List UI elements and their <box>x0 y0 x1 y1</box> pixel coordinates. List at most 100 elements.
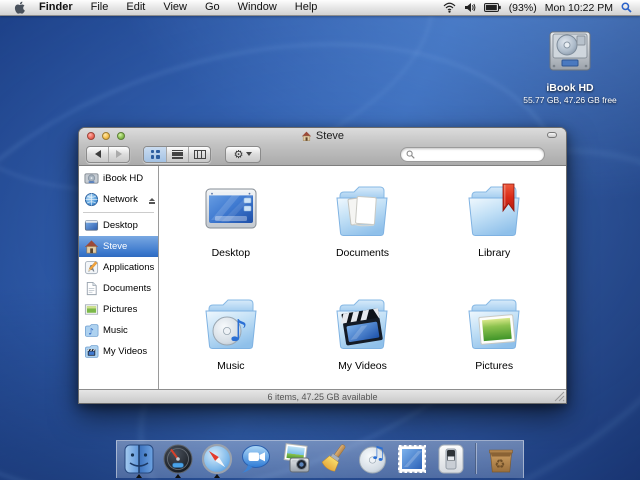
sidebar-item-applications[interactable]: A Applications <box>79 257 158 278</box>
folder-label: Desktop <box>212 247 251 259</box>
desktop-icon <box>84 218 99 233</box>
brush-icon <box>317 442 351 476</box>
hard-drive-icon <box>547 30 593 74</box>
pictures-folder-icon <box>462 291 526 355</box>
sidebar-item-my-videos[interactable]: My Videos <box>79 341 158 362</box>
icon-view-button[interactable] <box>144 147 166 162</box>
status-bar: 6 items, 47.25 GB available <box>79 389 566 403</box>
toolbar-toggle-button[interactable] <box>547 132 557 138</box>
pictures-icon <box>84 302 99 317</box>
dock: ♫ ♻ <box>116 440 524 478</box>
wifi-icon[interactable] <box>443 2 456 13</box>
spotlight-icon[interactable] <box>621 2 632 13</box>
applications-icon: A <box>84 260 99 275</box>
window-toolbar: ⚙ <box>86 144 559 164</box>
folder-music[interactable]: ♪ Music <box>165 291 297 396</box>
running-indicator <box>175 471 181 478</box>
dock-item-dashboard[interactable] <box>161 442 196 476</box>
sidebar-label: Music <box>103 325 128 336</box>
dock-item-itunes[interactable]: ♫ <box>355 442 390 476</box>
sidebar-item-steve[interactable]: Steve <box>79 236 158 257</box>
home-icon <box>84 239 99 254</box>
sidebar-label: Documents <box>103 283 151 294</box>
menu-item-window[interactable]: Window <box>229 0 286 15</box>
folder-label: Documents <box>336 247 389 259</box>
folder-documents[interactable]: Documents <box>297 178 429 283</box>
battery-percentage: (93%) <box>509 2 537 14</box>
resize-grip[interactable] <box>554 391 565 402</box>
action-menu-button[interactable]: ⚙ <box>225 146 261 163</box>
folder-label: My Videos <box>338 360 387 372</box>
chevron-down-icon <box>246 152 252 159</box>
volume-icon[interactable] <box>464 2 476 13</box>
sidebar-item-network[interactable]: Network <box>79 189 158 210</box>
dock-item-sweeper[interactable] <box>317 442 352 476</box>
window-titlebar[interactable]: Steve ⚙ <box>79 128 566 166</box>
documents-folder-icon <box>330 178 394 242</box>
sidebar-label: iBook HD <box>103 173 143 184</box>
ichat-icon <box>239 442 273 476</box>
network-globe-icon <box>84 192 99 207</box>
window-title-text: Steve <box>316 130 344 142</box>
column-view-button[interactable] <box>188 147 210 162</box>
back-button[interactable] <box>87 147 108 162</box>
menu-item-file[interactable]: File <box>82 0 118 15</box>
disk-info: 55.77 GB, 47.26 GB free <box>502 95 638 105</box>
menu-item-go[interactable]: Go <box>196 0 229 15</box>
sidebar-label: Applications <box>103 262 154 273</box>
dock-item-switcher[interactable] <box>433 442 468 476</box>
folder-desktop[interactable]: Desktop <box>165 178 297 283</box>
videos-folder-icon <box>330 291 394 355</box>
menu-bar-clock[interactable]: Mon 10:22 PM <box>545 2 613 14</box>
sidebar-item-ibook-hd[interactable]: iBook HD <box>79 168 158 189</box>
sidebar-label: Steve <box>103 241 127 252</box>
itunes-cd-icon: ♫ <box>356 442 390 476</box>
apple-menu-icon[interactable] <box>14 1 27 14</box>
hard-drive-icon <box>84 171 99 186</box>
disk-label: iBook HD <box>502 82 638 94</box>
folder-my-videos[interactable]: My Videos <box>297 291 429 396</box>
sidebar-item-documents[interactable]: Documents <box>79 278 158 299</box>
desktop-folder-icon <box>199 178 263 242</box>
menu-item-edit[interactable]: Edit <box>117 0 154 15</box>
list-view-button[interactable] <box>166 147 188 162</box>
trash-bag-icon: ♻ <box>484 442 518 476</box>
dock-item-ichat[interactable] <box>239 442 274 476</box>
dock-item-safari[interactable] <box>200 442 235 476</box>
view-switcher <box>143 146 211 163</box>
battery-icon[interactable] <box>484 3 501 12</box>
folder-grid: Desktop Documents <box>159 166 566 389</box>
running-indicator <box>214 471 220 478</box>
dock-separator <box>475 443 476 474</box>
status-text: 6 items, 47.25 GB available <box>267 392 377 402</box>
music-folder-icon: ♪ <box>199 291 263 355</box>
running-indicator <box>136 471 142 478</box>
menu-item-view[interactable]: View <box>154 0 196 15</box>
desktop-disk-ibook-hd[interactable]: iBook HD 55.77 GB, 47.26 GB free <box>502 30 638 105</box>
svg-text:♪: ♪ <box>88 328 94 338</box>
nav-buttons <box>86 146 130 163</box>
search-field[interactable] <box>400 147 545 162</box>
sidebar-item-pictures[interactable]: Pictures <box>79 299 158 320</box>
folder-label: Pictures <box>475 360 513 372</box>
dock-item-finder[interactable] <box>122 442 157 476</box>
sidebar-item-music[interactable]: ♪ Music <box>79 320 158 341</box>
sidebar: iBook HD Network Desktop Steve A Applica… <box>79 166 159 389</box>
search-input[interactable] <box>418 149 533 159</box>
folder-library[interactable]: Library <box>428 178 560 283</box>
eject-icon[interactable] <box>149 195 155 204</box>
dock-item-mail[interactable] <box>394 442 429 476</box>
videos-folder-icon <box>84 344 99 359</box>
menu-item-finder[interactable]: Finder <box>39 0 82 15</box>
forward-button[interactable] <box>108 147 129 162</box>
menu-bar: Finder File Edit View Go Window Help (93… <box>0 0 640 16</box>
menu-item-help[interactable]: Help <box>286 0 327 15</box>
document-icon <box>84 281 99 296</box>
sidebar-item-desktop[interactable]: Desktop <box>79 215 158 236</box>
svg-text:♫: ♫ <box>370 443 386 464</box>
dock-item-trash[interactable]: ♻ <box>483 442 518 476</box>
svg-text:♻: ♻ <box>494 457 505 471</box>
dock-item-image-capture[interactable] <box>278 442 313 476</box>
switch-icon <box>434 442 468 476</box>
folder-pictures[interactable]: Pictures <box>428 291 560 396</box>
